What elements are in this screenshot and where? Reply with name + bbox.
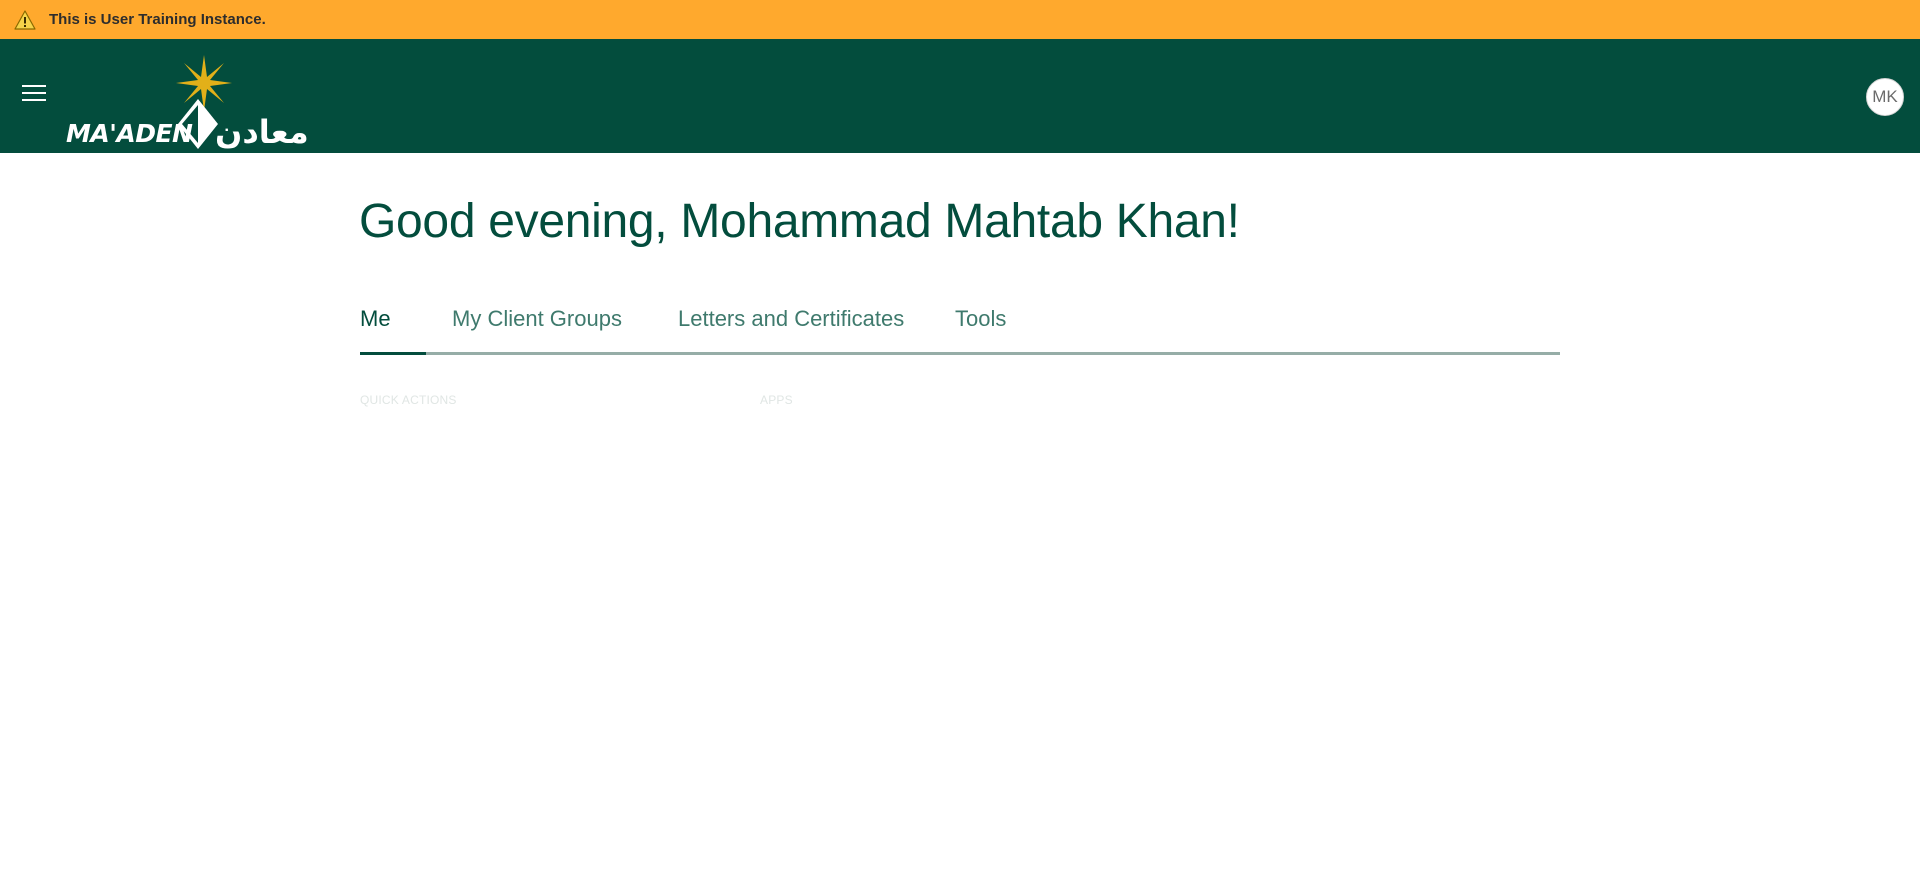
apps-heading: APPS	[760, 393, 793, 407]
tab-tools[interactable]: Tools	[955, 306, 1006, 332]
tab-my-client-groups[interactable]: My Client Groups	[452, 306, 622, 332]
logo-latin-text: MA'ADEN	[66, 119, 193, 148]
banner-text: This is User Training Instance.	[49, 11, 266, 28]
user-avatar[interactable]: MK	[1866, 78, 1904, 116]
tab-tools-label: Tools	[955, 306, 1007, 331]
training-instance-banner: This is User Training Instance.	[0, 0, 1920, 39]
springboard-tabs: Me My Client Groups Letters and Certific…	[360, 300, 1560, 355]
tab-me[interactable]: Me	[360, 306, 391, 332]
avatar-initials: MK	[1872, 87, 1898, 106]
tab-letters-and-certificates[interactable]: Letters and Certificates	[678, 306, 904, 332]
tab-my-client-groups-label: My Client Groups	[452, 306, 622, 331]
tab-letters-and-certificates-label: Letters and Certificates	[678, 306, 905, 331]
maaden-logo[interactable]: MA'ADEN معادن	[64, 55, 334, 151]
active-tab-indicator	[360, 352, 426, 355]
logo-arabic-text: معادن	[215, 113, 309, 151]
page-greeting: Good evening, Mohammad Mahtab Khan!	[359, 195, 1240, 248]
warning-icon	[14, 9, 36, 30]
tab-me-label: Me	[360, 306, 391, 331]
hamburger-menu-icon[interactable]	[22, 85, 48, 105]
top-header: MA'ADEN معادن MK	[0, 39, 1920, 153]
quick-actions-heading: QUICK ACTIONS	[360, 393, 457, 407]
